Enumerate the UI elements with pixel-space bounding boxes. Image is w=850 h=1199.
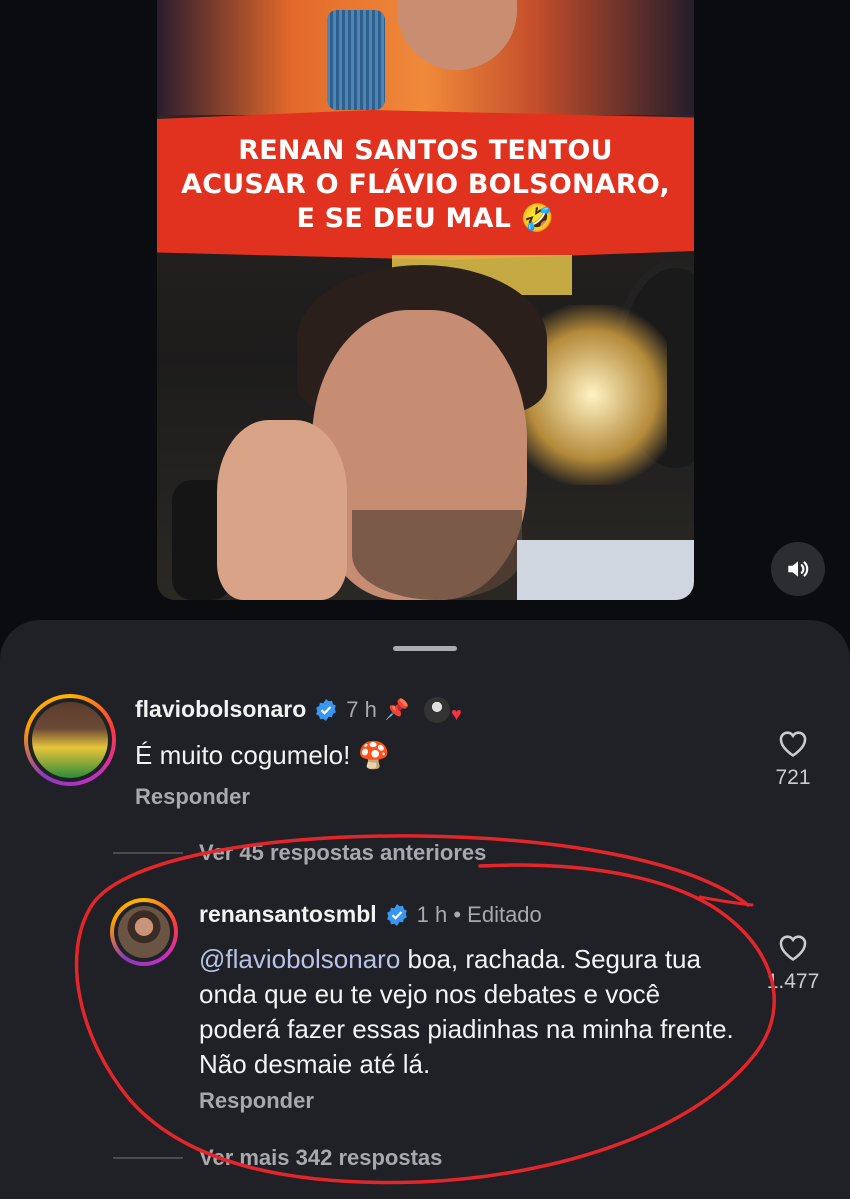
heart-icon <box>779 935 807 961</box>
sheet-drag-handle[interactable] <box>393 646 457 651</box>
sound-toggle-button[interactable] <box>771 542 825 596</box>
reply-button[interactable]: Responder <box>199 1088 314 1114</box>
person-beard <box>352 510 522 600</box>
mention-link[interactable]: @flaviobolsonaro <box>199 944 400 974</box>
username[interactable]: flaviobolsonaro <box>135 696 306 723</box>
view-more-replies[interactable]: Ver mais 342 respostas <box>113 1145 442 1171</box>
video-caption-text: RENAN SANTOS TENTOU ACUSAR O FLÁVIO BOLS… <box>181 135 670 234</box>
person-shirt <box>517 540 694 600</box>
verified-badge-icon <box>316 698 337 721</box>
comment-text: É muito cogumelo! 🍄 <box>135 740 390 770</box>
view-replies-label[interactable]: Ver mais 342 respostas <box>199 1145 442 1171</box>
comment-time: 1 h • Editado <box>416 901 542 927</box>
heart-icon: ♥ <box>451 703 462 724</box>
person-hand <box>217 420 347 600</box>
view-previous-replies[interactable]: Ver 45 respostas anteriores <box>113 840 486 866</box>
heart-icon <box>779 731 807 757</box>
comment-header: flaviobolsonaro 7 h 📌 ♥ <box>135 696 462 724</box>
verified-badge-icon <box>386 903 407 926</box>
avatar[interactable] <box>110 898 178 966</box>
like-button[interactable]: 721 <box>756 726 830 790</box>
avatar[interactable] <box>24 694 116 786</box>
reply-button[interactable]: Responder <box>135 784 250 810</box>
volume-icon <box>788 561 809 577</box>
comment-time: 7 h <box>346 696 377 722</box>
like-count: 1.477 <box>766 970 820 993</box>
view-replies-label[interactable]: Ver 45 respostas anteriores <box>199 840 486 866</box>
microphone-image <box>327 10 385 110</box>
video-player[interactable]: RENAN SANTOS TENTOU ACUSAR O FLÁVIO BOLS… <box>157 0 694 600</box>
video-caption-banner: RENAN SANTOS TENTOU ACUSAR O FLÁVIO BOLS… <box>157 110 694 260</box>
comment-header: renansantosmbl 1 h • Editado <box>199 901 542 928</box>
pin-icon: 📌 <box>384 699 410 721</box>
divider <box>113 852 183 854</box>
comment-text: @flaviobolsonaro boa, rachada. Segura tu… <box>199 942 739 1082</box>
divider <box>113 1157 183 1159</box>
username[interactable]: renansantosmbl <box>199 901 377 928</box>
like-count: 721 <box>775 766 811 789</box>
author-liked-avatar: ♥ <box>423 696 462 724</box>
like-button[interactable]: 1.477 <box>756 930 830 994</box>
